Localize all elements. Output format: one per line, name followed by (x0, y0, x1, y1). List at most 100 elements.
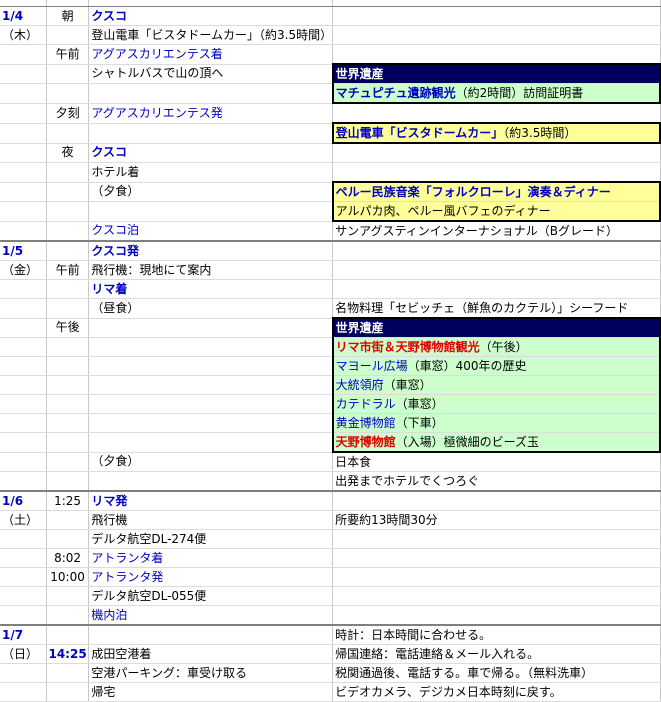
note-cell[interactable] (332, 567, 661, 587)
time-cell[interactable]: 夜 (46, 143, 90, 163)
time-cell[interactable] (46, 413, 90, 433)
place-cell[interactable]: アグアスカリエンテス着 (88, 44, 334, 65)
place-cell[interactable]: クスコ発 (88, 240, 334, 261)
time-cell[interactable] (46, 682, 90, 702)
time-cell[interactable] (46, 394, 90, 414)
time-cell[interactable] (46, 529, 90, 549)
event-cell[interactable]: 飛行機 (88, 510, 334, 530)
place-cell[interactable]: クスコ (88, 143, 334, 163)
event-cell[interactable] (88, 413, 334, 433)
date-cell[interactable] (0, 567, 47, 587)
sightseeing-cell[interactable]: マヨール広場（車窓）400年の歴史 (331, 356, 661, 376)
date-cell[interactable] (0, 375, 47, 395)
note-cell[interactable] (332, 44, 661, 65)
time-cell[interactable]: 8:02 (46, 548, 90, 568)
date-cell[interactable] (0, 103, 47, 124)
weekday-cell[interactable]: （土） (0, 510, 47, 530)
event-cell[interactable]: 飛行機：現地にて案内 (88, 260, 334, 280)
stay-cell[interactable]: クスコ泊 (88, 221, 334, 242)
event-cell[interactable] (88, 624, 334, 645)
date-cell[interactable]: 1/4 (0, 6, 47, 26)
sightseeing-cell[interactable]: 大統領府（車窓） (331, 375, 661, 395)
date-cell[interactable] (0, 162, 47, 183)
weekday-cell[interactable]: （金） (0, 260, 47, 280)
sightseeing-cell[interactable]: カテドラル（車窓） (331, 394, 661, 414)
time-cell[interactable] (46, 624, 90, 645)
time-cell[interactable] (46, 221, 90, 242)
event-cell[interactable] (88, 471, 334, 492)
time-cell[interactable] (46, 279, 90, 299)
date-cell[interactable] (0, 83, 47, 104)
date-cell[interactable] (0, 682, 47, 702)
lunch-cell[interactable]: 名物料理「セビッチェ（鮮魚のカクテル）」シーフード (332, 298, 661, 319)
date-cell[interactable] (0, 201, 47, 222)
note-cell[interactable]: ビデオカメラ、デジカメ日本時刻に戻す。 (332, 682, 661, 702)
time-cell[interactable] (46, 64, 90, 84)
time-cell[interactable] (46, 452, 90, 472)
world-heritage-header[interactable]: 世界遺産 (331, 63, 661, 84)
event-cell[interactable] (88, 83, 334, 104)
time-cell[interactable] (46, 298, 90, 319)
date-cell[interactable] (0, 548, 47, 568)
note-cell[interactable]: 出発までホテルでくつろぐ (332, 471, 661, 492)
event-cell[interactable] (88, 318, 334, 338)
event-cell[interactable]: ホテル着 (88, 162, 334, 183)
date-cell[interactable] (0, 143, 47, 163)
note-cell[interactable] (332, 548, 661, 568)
note-cell[interactable] (332, 6, 661, 26)
place-cell[interactable]: アトランタ着 (88, 548, 334, 568)
date-cell[interactable] (0, 64, 47, 84)
event-cell[interactable] (88, 394, 334, 414)
time-cell[interactable] (46, 375, 90, 395)
meal-cell[interactable]: （夕食） (88, 182, 334, 202)
date-cell[interactable] (0, 413, 47, 433)
flight-cell[interactable]: デルタ航空DL-055便 (88, 586, 334, 606)
event-cell[interactable]: 帰宅 (88, 682, 334, 702)
sightseeing-cell[interactable]: 天野博物館（入場）極微細のビーズ玉 (331, 432, 661, 453)
time-cell[interactable] (46, 25, 90, 45)
date-cell[interactable]: 1/6 (0, 490, 47, 511)
event-cell[interactable]: シャトルバスで山の頂へ (88, 64, 334, 84)
meal-cell[interactable]: （昼食） (88, 298, 334, 319)
note-cell[interactable] (332, 240, 661, 261)
date-cell[interactable] (0, 586, 47, 606)
dinner-detail-cell[interactable]: アルパカ肉、ペルー風バフェのディナー (331, 201, 661, 222)
date-cell[interactable] (0, 298, 47, 319)
time-cell[interactable]: 14:25 (46, 644, 90, 664)
date-cell[interactable]: 1/5 (0, 240, 47, 261)
date-cell[interactable] (0, 452, 47, 472)
hotel-cell[interactable]: サンアグスティンインターナショナル（Bグレード） (332, 221, 661, 242)
event-cell[interactable] (88, 337, 334, 357)
date-cell[interactable] (0, 318, 47, 338)
date-cell[interactable] (0, 279, 47, 299)
date-cell[interactable] (0, 182, 47, 202)
world-heritage-header[interactable]: 世界遺産 (331, 317, 661, 338)
note-cell[interactable] (332, 605, 661, 626)
date-cell[interactable] (0, 394, 47, 414)
time-cell[interactable] (46, 432, 90, 453)
time-cell[interactable] (46, 586, 90, 606)
time-cell[interactable] (46, 471, 90, 492)
date-cell[interactable] (0, 432, 47, 453)
note-cell[interactable] (332, 260, 661, 280)
time-cell[interactable] (46, 337, 90, 357)
time-cell[interactable] (46, 510, 90, 530)
time-cell[interactable]: 朝 (46, 6, 90, 26)
time-cell[interactable] (46, 201, 90, 222)
note-cell[interactable] (332, 103, 661, 124)
note-cell[interactable]: 税関通過後、電話する。車で帰る。（無料洗車） (332, 663, 661, 683)
sightseeing-cell[interactable]: 黄金博物館（下車） (331, 413, 661, 433)
event-cell[interactable] (88, 123, 334, 144)
time-cell[interactable] (46, 182, 90, 202)
stay-cell[interactable]: 機内泊 (88, 605, 334, 626)
note-cell[interactable] (332, 25, 661, 45)
note-cell[interactable] (332, 529, 661, 549)
note-cell[interactable]: 所要約13時間30分 (332, 510, 661, 530)
date-cell[interactable] (0, 44, 47, 65)
note-cell[interactable] (332, 586, 661, 606)
train-cell[interactable]: 登山電車「ビスタドームカー」（約3.5時間） (331, 122, 661, 144)
sightseeing-cell[interactable]: マチュピチュ遺跡観光（約2時間）訪問証明書 (331, 83, 661, 104)
weekday-cell[interactable]: （日） (0, 644, 47, 664)
dinner-show-cell[interactable]: ペルー民族音楽「フォルクローレ」演奏＆ディナー (331, 181, 661, 202)
time-cell[interactable]: 1:25 (46, 490, 90, 511)
